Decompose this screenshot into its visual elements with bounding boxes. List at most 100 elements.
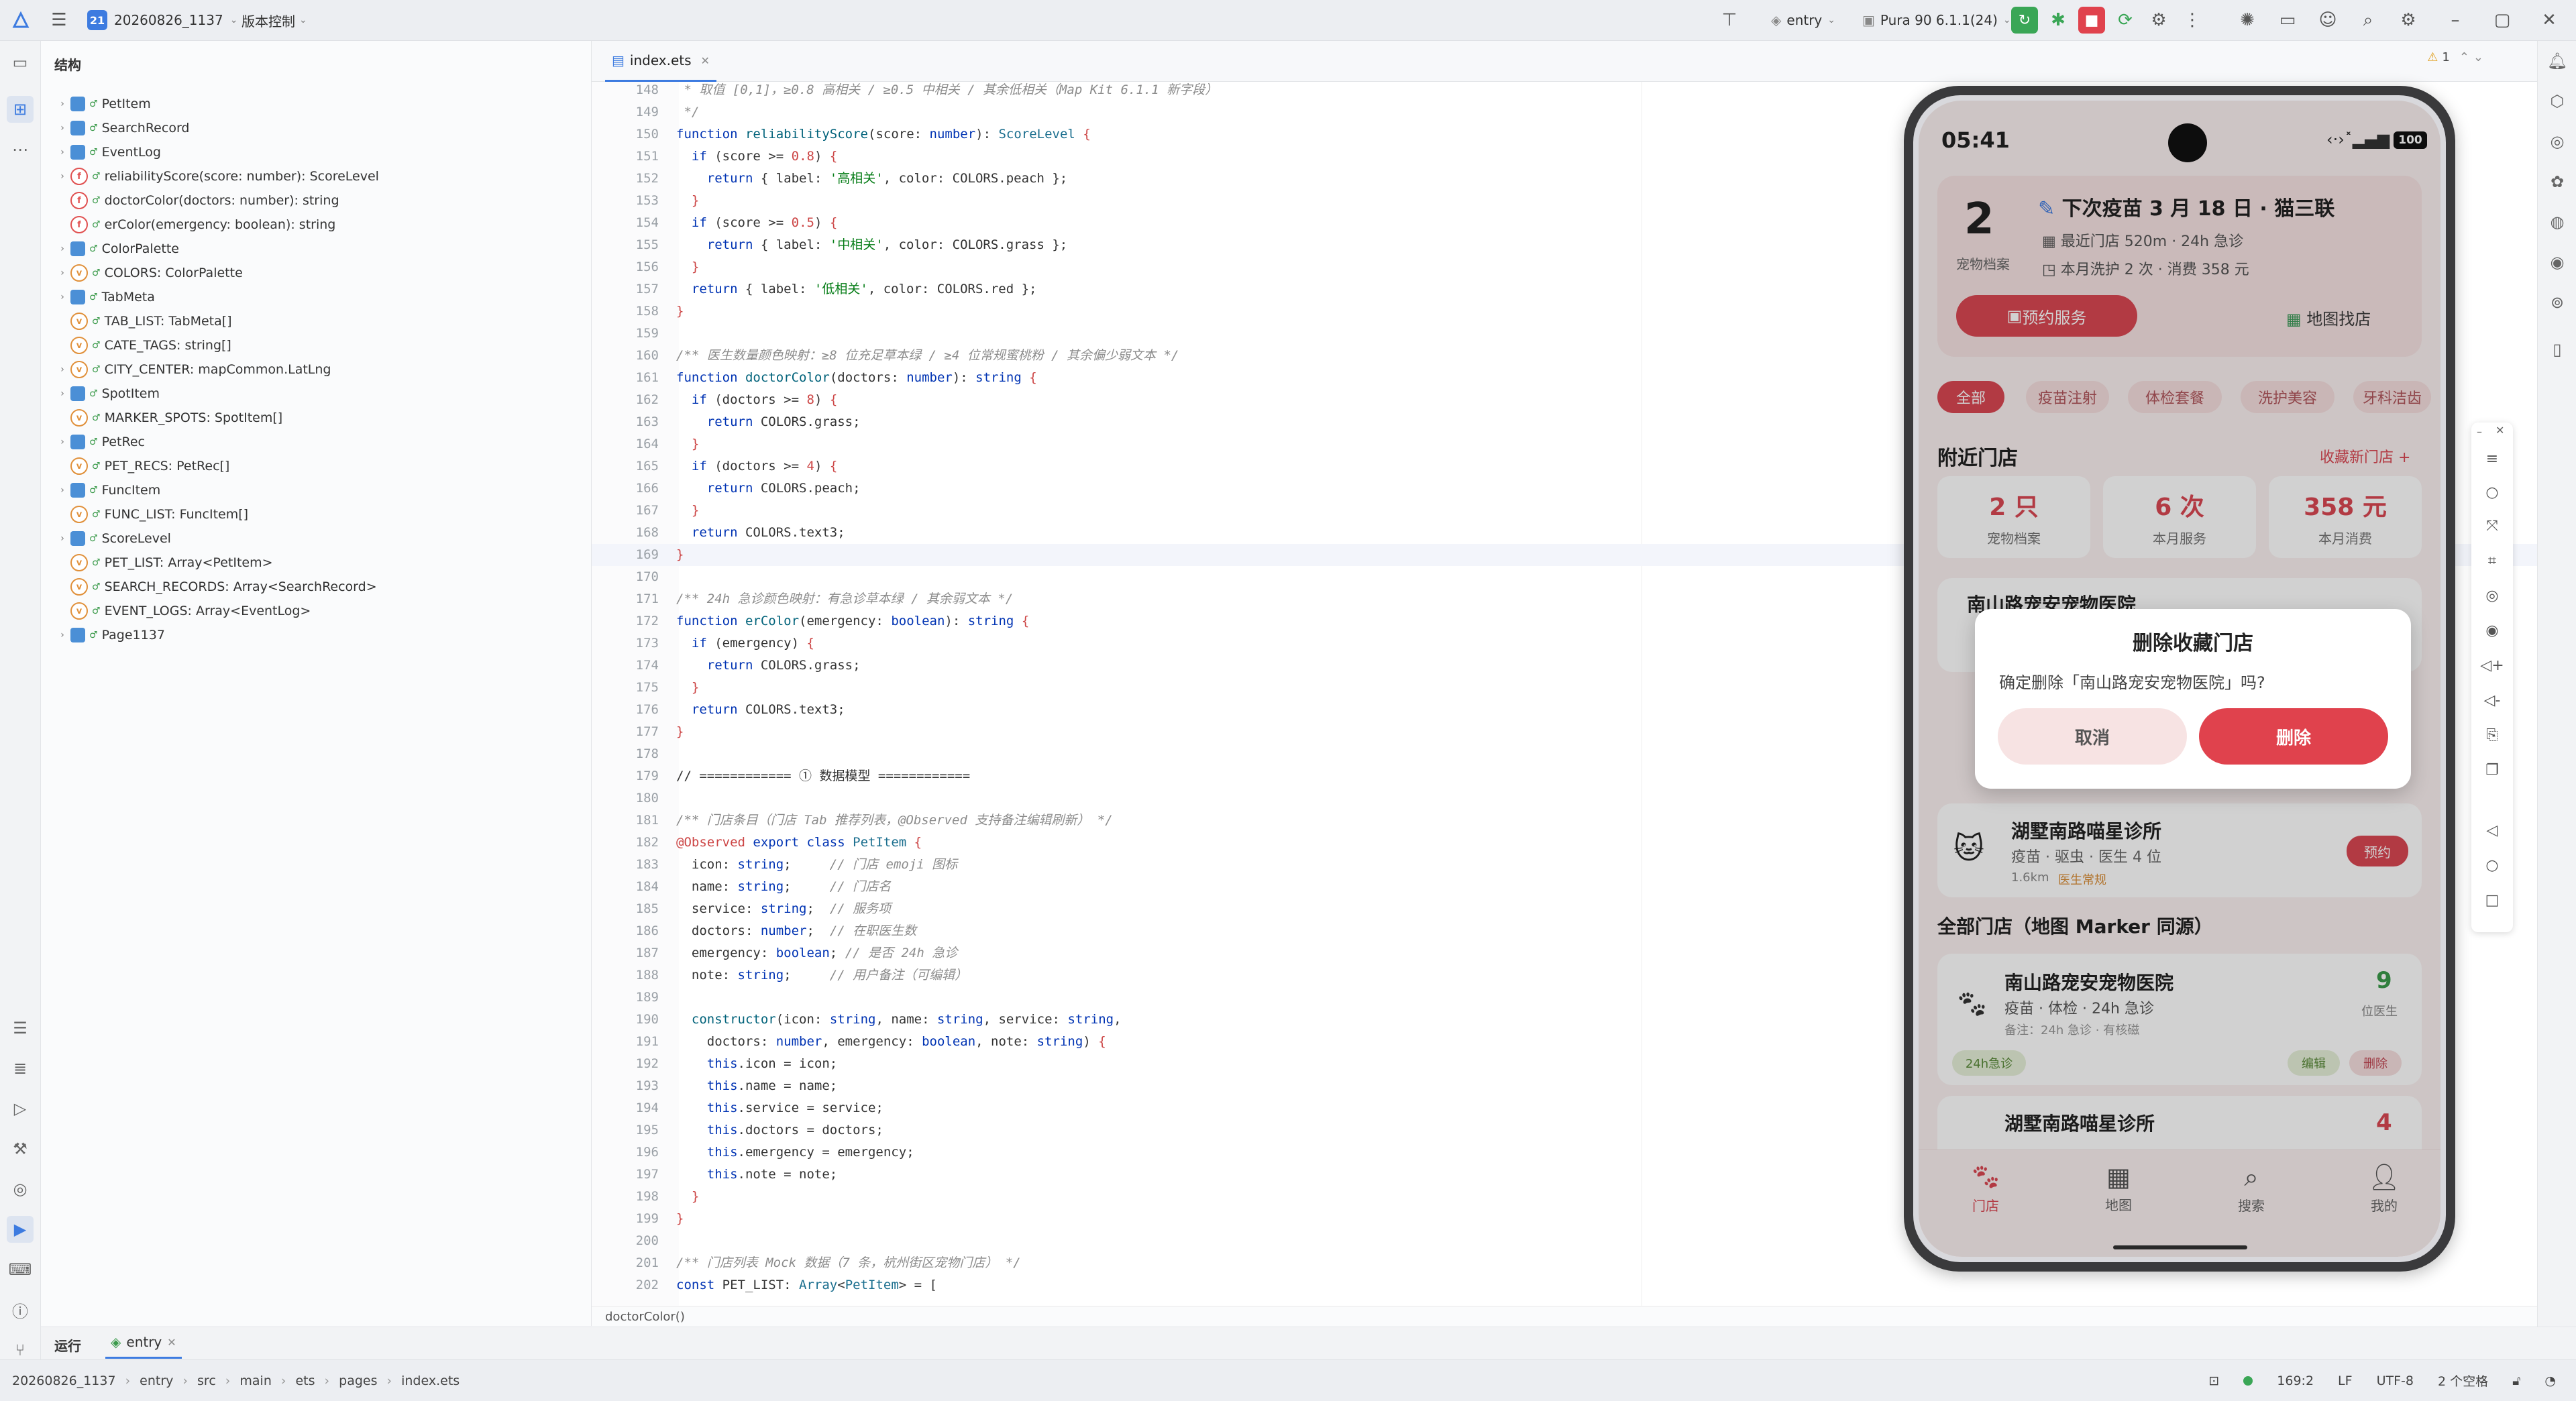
database-icon[interactable]: ◍: [2544, 209, 2571, 235]
minimize-icon[interactable]: –: [2477, 425, 2482, 438]
recents-icon[interactable]: □: [2479, 887, 2506, 913]
structure-item[interactable]: v ♂ EVENT_LOGS: Array<EventLog>: [54, 599, 311, 623]
fold-icon[interactable]: ⎘: [2479, 722, 2506, 748]
structure-item[interactable]: › ♂ FuncItem: [54, 478, 160, 502]
location-icon[interactable]: ◎: [2479, 582, 2506, 609]
screenshot-icon[interactable]: ◉: [2479, 617, 2506, 644]
structure-item[interactable]: › v ♂ COLORS: ColorPalette: [54, 261, 243, 285]
inspection-icon[interactable]: ⊡: [2208, 1374, 2219, 1388]
path-segment[interactable]: pages: [339, 1374, 377, 1388]
structure-item[interactable]: › ♂ TabMeta: [54, 285, 155, 309]
run-config-selector[interactable]: ◈ entry ⌄: [1771, 0, 1835, 40]
vcs-menu[interactable]: 版本控制 ⌄: [241, 0, 307, 40]
rotate-icon[interactable]: ⤧: [2479, 512, 2506, 539]
indent-setting[interactable]: 2 个空格: [2438, 1371, 2488, 1390]
chevron-right-icon[interactable]: ›: [54, 364, 70, 375]
settings-button[interactable]: ⚙: [2396, 0, 2420, 40]
phone-screen[interactable]: 05:41 ‹·›˟▂▄▆ 100 2 宠物档案 ✎ 下次疫苗 3 月 18 日…: [1919, 101, 2440, 1257]
run-tab-entry[interactable]: ◈ entry ✕: [105, 1327, 182, 1359]
more-tools-icon[interactable]: ⋯: [7, 136, 34, 163]
chevron-right-icon[interactable]: ›: [54, 292, 70, 302]
structure-item[interactable]: › ♂ PetItem: [54, 92, 151, 116]
structure-item[interactable]: › v ♂ CITY_CENTER: mapCommon.LatLng: [54, 357, 331, 382]
chevron-right-icon[interactable]: ›: [54, 388, 70, 399]
minimize-button[interactable]: –: [2443, 0, 2467, 40]
close-tab-icon[interactable]: ✕: [701, 54, 710, 67]
chevron-right-icon[interactable]: ›: [54, 268, 70, 278]
structure-item[interactable]: › ♂ Page1137: [54, 623, 165, 647]
tab-index-ets[interactable]: ▤ index.ets ✕: [605, 41, 716, 82]
chevron-right-icon[interactable]: ›: [54, 123, 70, 133]
debug-button[interactable]: ✱: [2046, 0, 2070, 40]
structure-item[interactable]: › f ♂ reliabilityScore(score: number): Scor…: [54, 164, 379, 188]
codegenie-icon[interactable]: ⬡: [2544, 88, 2571, 115]
inspector-icon[interactable]: ⊚: [2544, 289, 2571, 316]
main-menu-button[interactable]: ☰: [47, 0, 71, 40]
structure-item[interactable]: v ♂ PET_RECS: PetRec[]: [54, 454, 229, 478]
crop-icon[interactable]: ⌗: [2479, 547, 2506, 574]
settings-sync-button[interactable]: ✺: [2235, 0, 2259, 40]
device-icon[interactable]: ▯: [2544, 336, 2571, 363]
path-segment[interactable]: main: [239, 1374, 271, 1388]
multi-window-icon[interactable]: ❐: [2479, 756, 2506, 783]
structure-item[interactable]: › ♂ PetRec: [54, 430, 145, 454]
structure-item[interactable]: › ♂ EventLog: [54, 140, 161, 164]
lock-icon[interactable]: 🔓︎: [2512, 1374, 2520, 1388]
chevron-right-icon[interactable]: ›: [54, 147, 70, 158]
close-icon[interactable]: ✕: [2496, 424, 2504, 437]
structure-item[interactable]: › ♂ ScoreLevel: [54, 526, 171, 551]
volume-up-icon[interactable]: ◁+: [2479, 652, 2506, 679]
notifications-icon[interactable]: 🔔︎: [2544, 48, 2571, 74]
log-icon[interactable]: ≣: [7, 1055, 34, 1082]
todo-icon[interactable]: ☰: [7, 1015, 34, 1042]
close-tab-icon[interactable]: ✕: [167, 1336, 176, 1349]
chevron-right-icon[interactable]: ›: [54, 485, 70, 496]
problems-icon[interactable]: ⓘ: [7, 1296, 34, 1323]
plugins-icon[interactable]: ✿: [2544, 168, 2571, 195]
tools-button[interactable]: ⊤: [1717, 0, 1741, 40]
maximize-button[interactable]: ▢: [2490, 0, 2514, 40]
path-segment[interactable]: ets: [295, 1374, 315, 1388]
project-view-icon[interactable]: ▭: [7, 49, 34, 76]
back-icon[interactable]: ◁: [2479, 817, 2506, 844]
structure-item[interactable]: v ♂ MARKER_SPOTS: SpotItem[]: [54, 406, 282, 430]
rerun-button[interactable]: ↻: [2011, 0, 2038, 40]
confirm-delete-button[interactable]: 删除: [2199, 708, 2388, 765]
services-icon[interactable]: ◎: [7, 1176, 34, 1202]
device-selector[interactable]: ▣ Pura 90 6.1.1(24) ⌄: [1862, 0, 2011, 40]
chevron-right-icon[interactable]: ›: [54, 243, 70, 254]
hot-reload-button[interactable]: ⟳: [2113, 0, 2137, 40]
run-panel-icon[interactable]: ▷: [7, 1095, 34, 1122]
chevron-right-icon[interactable]: ›: [54, 437, 70, 447]
structure-view-icon[interactable]: ⊞: [7, 96, 34, 123]
chevron-right-icon[interactable]: ›: [54, 630, 70, 640]
volume-down-icon[interactable]: ◁-: [2479, 687, 2506, 714]
terminal-icon[interactable]: ⌨: [7, 1256, 34, 1283]
profiler-button[interactable]: ⚙: [2147, 0, 2171, 40]
run-active-icon[interactable]: ▶: [7, 1216, 34, 1243]
cancel-button[interactable]: 取消: [1998, 708, 2187, 765]
power-icon[interactable]: ○: [2479, 479, 2506, 506]
file-encoding[interactable]: UTF-8: [2377, 1374, 2414, 1388]
project-switcher[interactable]: 21 20260826_1137 ⌄: [87, 0, 237, 40]
menu-icon[interactable]: ≡: [2479, 445, 2506, 472]
memory-icon[interactable]: ◔: [2544, 1374, 2556, 1388]
chevron-right-icon[interactable]: ›: [54, 533, 70, 544]
device-manager-button[interactable]: ▭: [2275, 0, 2300, 40]
line-separator[interactable]: LF: [2338, 1374, 2353, 1388]
structure-item[interactable]: v ♂ FUNC_LIST: FuncItem[]: [54, 502, 248, 526]
preview-icon[interactable]: ◉: [2544, 249, 2571, 276]
account-button[interactable]: ☺: [2316, 0, 2340, 40]
structure-item[interactable]: › ♂ SearchRecord: [54, 116, 189, 140]
path-segment[interactable]: src: [197, 1374, 216, 1388]
chevron-right-icon[interactable]: ›: [54, 171, 70, 182]
cursor-position[interactable]: 169:2: [2277, 1374, 2314, 1388]
search-button[interactable]: ⌕: [2356, 0, 2380, 40]
structure-item[interactable]: v ♂ TAB_LIST: TabMeta[]: [54, 309, 232, 333]
structure-item[interactable]: f ♂ doctorColor(doctors: number): string: [54, 188, 339, 213]
code-breadcrumb[interactable]: doctorColor(): [592, 1306, 2551, 1327]
structure-item[interactable]: v ♂ PET_LIST: Array<PetItem>: [54, 551, 273, 575]
structure-item[interactable]: f ♂ erColor(emergency: boolean): string: [54, 213, 335, 237]
more-actions-button[interactable]: ⋮: [2180, 0, 2204, 40]
path-segment[interactable]: index.ets: [401, 1374, 460, 1388]
